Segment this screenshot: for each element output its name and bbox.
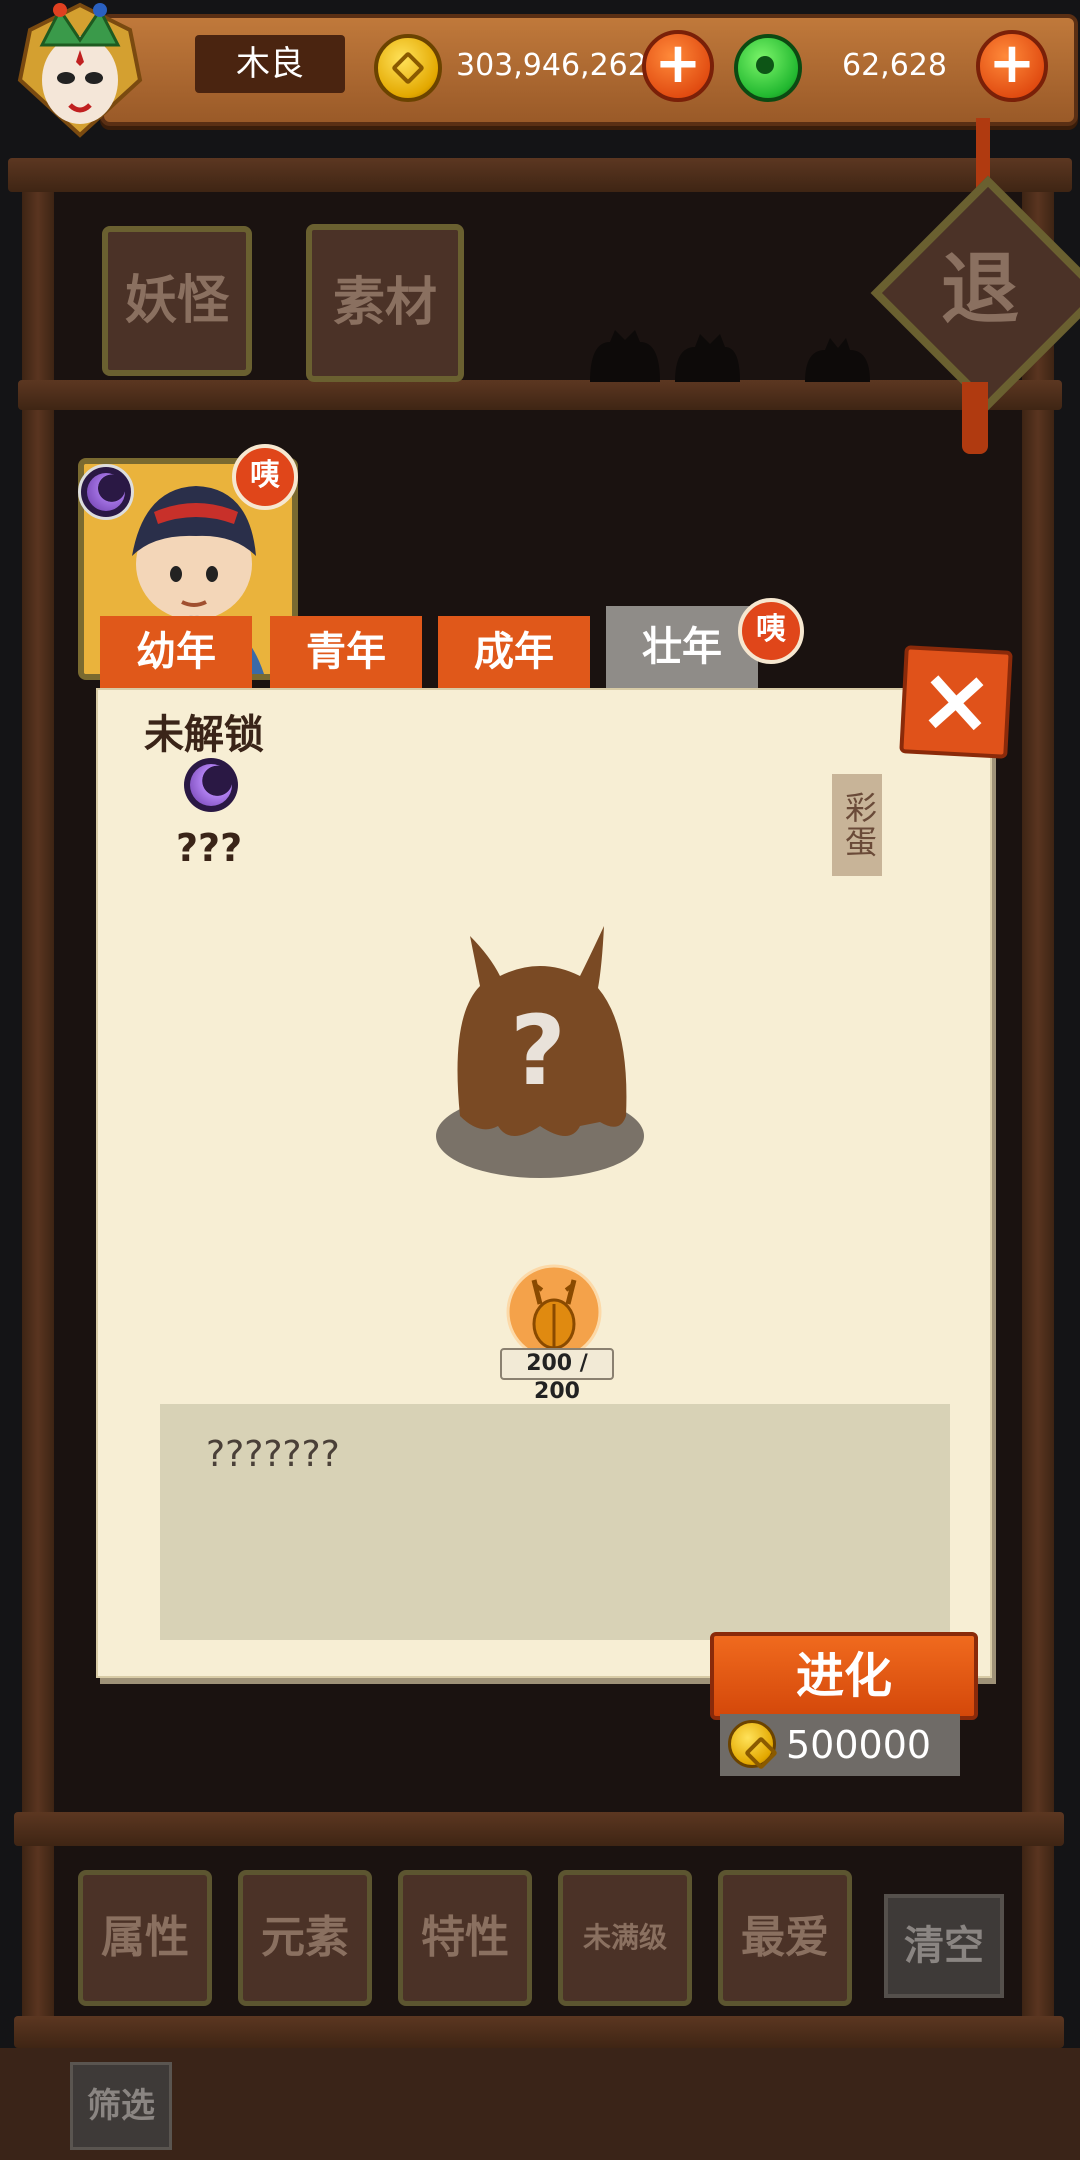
tab-monsters[interactable]: 妖怪 (102, 226, 252, 376)
monster-silhouettes (590, 330, 870, 382)
filter-element-button[interactable]: 元素 (238, 1870, 372, 2006)
frame-beam-bottom (14, 2016, 1064, 2048)
evolve-cost-value: 500000 (786, 1723, 932, 1767)
lock-status: 未解锁 (144, 712, 264, 758)
frame-beam-top (8, 158, 1072, 192)
add-gold-button[interactable]: + (642, 30, 714, 102)
tab-stage-infant[interactable]: 幼年 (100, 616, 252, 688)
element-icon (184, 758, 238, 812)
frame-beam-upper (18, 380, 1062, 410)
evolve-cost: 500000 (720, 1714, 960, 1776)
jade-icon (734, 34, 802, 102)
player-name: 木良 (195, 35, 345, 93)
monster-name: ??? (176, 826, 243, 870)
tab-stage-prime[interactable]: 壮年 (606, 606, 758, 688)
gold-coin-icon (374, 34, 442, 102)
exit-label[interactable]: 退 (920, 240, 1040, 340)
player-avatar[interactable] (10, 0, 150, 140)
filter-favorite-button[interactable]: 最爱 (718, 1870, 852, 2006)
close-button[interactable]: × (899, 645, 1013, 759)
tab-materials[interactable]: 素材 (306, 224, 464, 382)
frame-beam-lower (14, 1812, 1064, 1846)
evolve-button[interactable]: 进化 (710, 1632, 978, 1720)
character-new-badge: 咦 (232, 444, 298, 510)
material-count: 200 / 200 (500, 1348, 614, 1404)
tab-stage-adult[interactable]: 成年 (438, 616, 590, 688)
frame-post-left (22, 180, 54, 2060)
filter-trait-button[interactable]: 特性 (398, 1870, 532, 2006)
filter-not-maxed-button[interactable]: 未满级 (558, 1870, 692, 2006)
stage-new-badge: 咦 (738, 598, 804, 664)
unknown-monster-silhouette: ? (436, 926, 644, 1178)
svg-text:?: ? (510, 995, 566, 1107)
add-jade-button[interactable]: + (976, 30, 1048, 102)
beetle-material-icon[interactable] (506, 1264, 602, 1360)
gold-amount: 303,946,262 (456, 48, 647, 83)
frame-post-right (1022, 180, 1054, 2060)
dark-element-icon (78, 464, 134, 520)
filter-attribute-button[interactable]: 属性 (78, 1870, 212, 2006)
jade-amount: 62,628 (842, 48, 947, 83)
cost-coin-icon (728, 1720, 776, 1768)
exit-tassel (962, 382, 988, 454)
tab-stage-youth[interactable]: 青年 (270, 616, 422, 688)
filter-toggle-button[interactable]: 筛选 (70, 2062, 172, 2150)
description-text: ??????? (206, 1434, 340, 1475)
clear-filter-button[interactable]: 清空 (884, 1894, 1004, 1998)
easter-egg-tag[interactable]: 彩蛋 (832, 774, 882, 876)
